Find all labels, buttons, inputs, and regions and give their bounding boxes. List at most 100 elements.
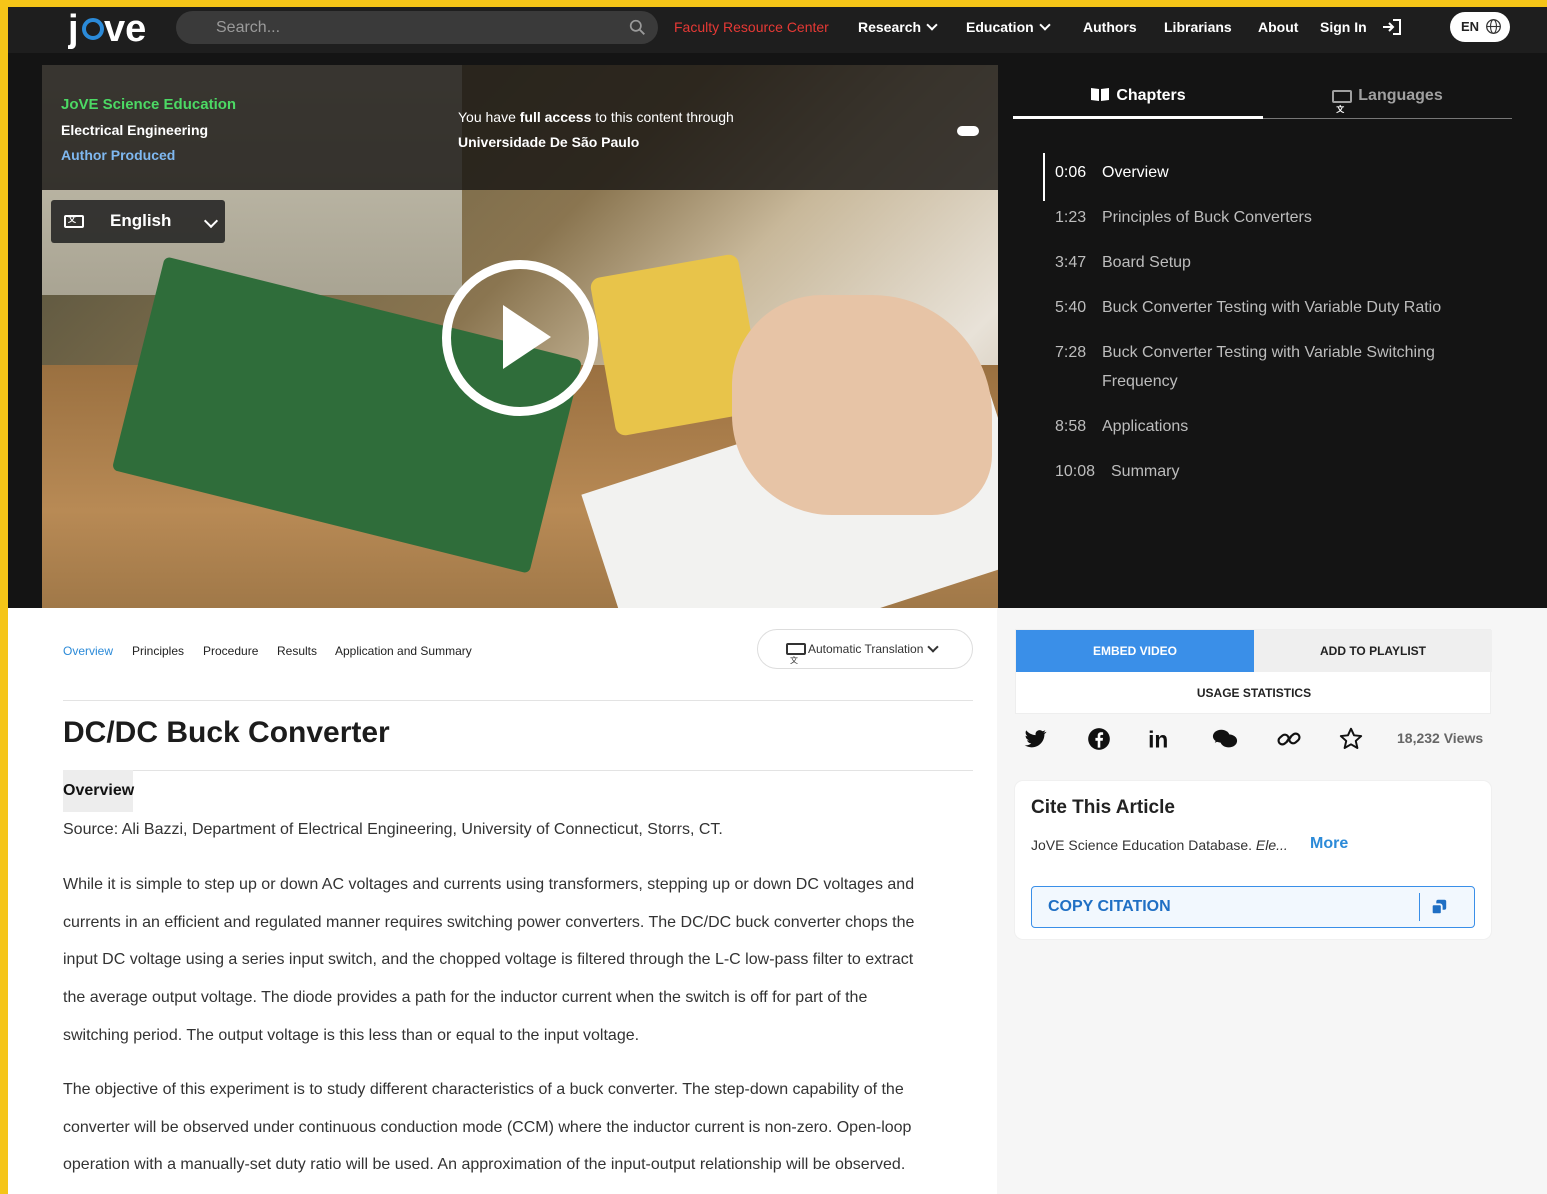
chapter-title: Board Setup <box>1102 254 1191 271</box>
chapter-time: 0:06 <box>1055 164 1087 181</box>
video-actions-card: EMBED VIDEO ADD TO PLAYLIST USAGE STATIS… <box>1015 629 1492 715</box>
nav-faculty-resource-center[interactable]: Faculty Resource Center <box>674 7 829 53</box>
source-line: Source: Ali Bazzi, Department of Electri… <box>63 821 723 838</box>
chapter-title: Buck Converter Testing with Variable Dut… <box>1102 299 1442 316</box>
add-to-playlist-button[interactable]: ADD TO PLAYLIST <box>1254 630 1492 672</box>
play-button[interactable] <box>442 260 598 416</box>
chapter-time: 8:58 <box>1055 418 1087 435</box>
divider <box>63 700 973 701</box>
tab-chapters[interactable]: Chapters <box>1013 75 1263 119</box>
star-icon[interactable] <box>1338 726 1364 752</box>
video-language-select[interactable]: English <box>51 200 225 243</box>
tab-principles[interactable]: Principles <box>132 644 184 658</box>
nav-about[interactable]: About <box>1258 7 1298 53</box>
access-bold: full access <box>519 109 592 125</box>
copy-icon <box>1430 899 1447 916</box>
chevron-down-icon <box>926 19 938 31</box>
sign-in-label: Sign In <box>1320 19 1367 35</box>
paragraph-line: converter will be observed under continu… <box>63 1118 912 1136</box>
tab-results[interactable]: Results <box>277 644 317 658</box>
paragraph-line: currents in an efficient and regulated m… <box>63 913 915 931</box>
paragraph-line: While it is simple to step up or down AC… <box>63 876 915 893</box>
category-label[interactable]: Electrical Engineering <box>61 122 208 138</box>
chapter-title: Overview <box>1102 164 1169 181</box>
automatic-translation-label: Automatic Translation <box>808 642 924 656</box>
chapter-active-indicator <box>1043 153 1045 201</box>
nav-authors[interactable]: Authors <box>1083 7 1137 53</box>
book-icon <box>1091 88 1110 101</box>
paragraph-line: the average output voltage. The diode pr… <box>63 989 868 1007</box>
cite-card: Cite This Article JoVE Science Education… <box>1015 781 1491 939</box>
svg-text:in: in <box>1148 727 1168 752</box>
play-icon <box>503 305 551 369</box>
video-info-overlay: JoVE Science Education Electrical Engine… <box>42 65 998 190</box>
page-frame-left <box>0 0 8 1194</box>
chapter-title: Applications <box>1102 418 1189 435</box>
tab-languages[interactable]: Languages <box>1263 75 1512 131</box>
jove-logo-mark: j ve <box>67 8 146 50</box>
copy-citation-button[interactable]: COPY CITATION <box>1031 886 1475 928</box>
tab-overview[interactable]: Overview <box>63 644 113 658</box>
svg-text:j: j <box>68 8 79 50</box>
language-switcher[interactable]: EN <box>1450 12 1510 42</box>
citation-preview: JoVE Science Education Database. Ele... <box>1031 837 1288 853</box>
facebook-icon[interactable] <box>1086 726 1112 752</box>
search-input[interactable] <box>216 11 616 44</box>
paragraph-1: While it is simple to step up or down AC… <box>63 866 963 1055</box>
nav-research-label: Research <box>858 19 922 35</box>
twitter-icon[interactable] <box>1022 726 1048 752</box>
nav-sign-in[interactable]: Sign In <box>1320 7 1403 53</box>
top-nav: j ve jove Faculty Resource Center Resear… <box>8 7 1547 53</box>
sign-in-icon <box>1382 19 1401 35</box>
citation-truncated: Ele... <box>1255 837 1288 853</box>
usage-statistics-button[interactable]: USAGE STATISTICS <box>1016 672 1492 715</box>
cite-title: Cite This Article <box>1031 797 1175 818</box>
author-produced-label: Author Produced <box>61 147 176 163</box>
video-section: JoVE Science Education Electrical Engine… <box>8 53 1547 608</box>
video-frame-hand <box>732 295 992 515</box>
copy-citation-label: COPY CITATION <box>1048 898 1171 915</box>
page-frame-top <box>0 0 1547 7</box>
automatic-translation-dropdown[interactable]: Automatic Translation <box>757 629 973 680</box>
copy-button-divider <box>1419 893 1420 921</box>
translate-icon <box>1332 89 1353 131</box>
tab-languages-label: Languages <box>1358 87 1443 104</box>
overlay-toggle[interactable] <box>957 126 979 136</box>
jove-logo[interactable]: j ve jove <box>67 7 163 53</box>
tab-procedure[interactable]: Procedure <box>203 644 258 658</box>
chapter-time: 3:47 <box>1055 254 1087 271</box>
paragraph-line: switching period. The output voltage is … <box>63 1026 640 1044</box>
chevron-down-icon <box>1039 19 1051 31</box>
nav-research[interactable]: Research <box>858 7 938 53</box>
language-code: EN <box>1461 19 1480 34</box>
access-prefix: You have <box>458 109 520 125</box>
linkedin-icon[interactable]: in <box>1147 726 1173 752</box>
share-row: in 18,232 Views <box>1020 722 1490 754</box>
paragraph-line: input DC voltage using a series input sw… <box>63 951 914 969</box>
embed-video-button[interactable]: EMBED VIDEO <box>1016 630 1254 672</box>
paragraph-line: The objective of this experiment is to s… <box>63 1081 904 1098</box>
side-tabs: Chapters Languages <box>1013 75 1512 131</box>
chevron-down-icon <box>203 213 219 229</box>
citation-more-link[interactable]: More <box>1310 835 1348 853</box>
chapter-time: 5:40 <box>1055 299 1087 316</box>
nav-librarians[interactable]: Librarians <box>1164 7 1232 53</box>
globe-icon <box>1486 19 1501 34</box>
page-title: DC/DC Buck Converter <box>63 716 390 749</box>
search-bar <box>176 11 658 44</box>
chapter-title: Buck Converter Testing with Variable Swi… <box>1102 344 1435 390</box>
chevron-down-icon <box>927 641 940 653</box>
chat-icon[interactable] <box>1212 726 1238 752</box>
video-player[interactable]: JoVE Science Education Electrical Engine… <box>42 65 998 608</box>
brand-label[interactable]: JoVE Science Education <box>61 96 236 113</box>
tab-chapters-label: Chapters <box>1116 87 1186 104</box>
translate-icon <box>64 214 84 228</box>
link-icon[interactable] <box>1276 726 1302 752</box>
section-heading-overview: Overview <box>63 770 134 812</box>
chapter-title: Summary <box>1111 463 1180 480</box>
nav-education[interactable]: Education <box>966 7 1051 53</box>
tab-application-summary[interactable]: Application and Summary <box>335 644 472 658</box>
search-icon[interactable] <box>629 19 646 36</box>
citation-prefix: JoVE Science Education Database. <box>1031 837 1256 853</box>
nav-education-label: Education <box>966 19 1034 35</box>
